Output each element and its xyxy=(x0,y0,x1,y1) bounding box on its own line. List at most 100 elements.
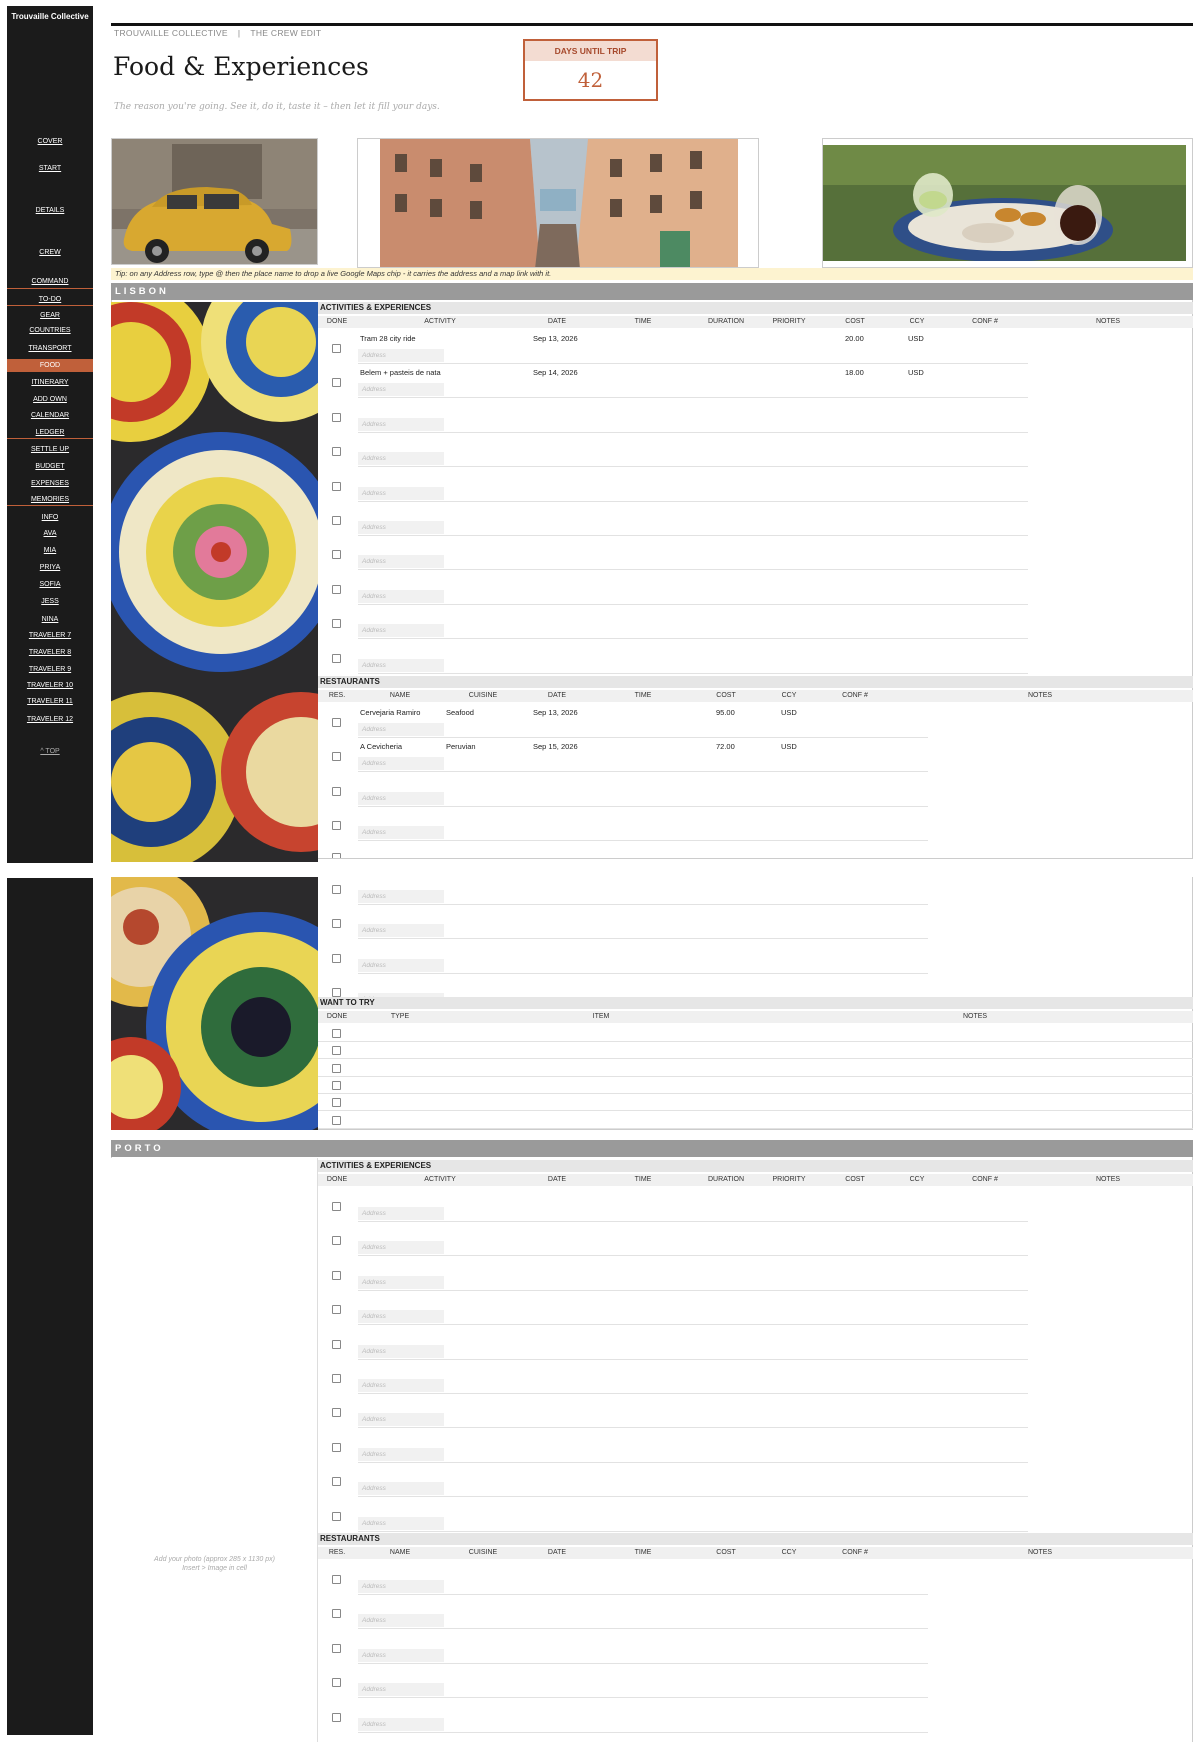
address-field[interactable]: Address xyxy=(358,924,444,938)
address-field[interactable]: Address xyxy=(358,1344,444,1358)
restaurant-cost[interactable]: 72.00 xyxy=(716,742,735,751)
lisbon-restaurant-checkbox[interactable] xyxy=(332,988,341,998)
sidebar-item-traveler-10[interactable]: TRAVELER 10 xyxy=(7,682,93,689)
address-field[interactable]: Address xyxy=(358,1413,444,1427)
sidebar-item-info[interactable]: INFO xyxy=(7,514,93,521)
lisbon-activity-checkbox[interactable] xyxy=(332,447,341,457)
address-field[interactable]: Address xyxy=(358,658,444,672)
sidebar-item-mia[interactable]: MIA xyxy=(7,547,93,554)
address-field[interactable]: Address xyxy=(358,1482,444,1496)
porto-activity-checkbox[interactable] xyxy=(332,1202,341,1211)
activity-currency[interactable]: USD xyxy=(908,334,924,343)
restaurant-cuisine[interactable]: Seafood xyxy=(446,708,474,717)
porto-activity-checkbox[interactable] xyxy=(332,1305,341,1315)
address-field[interactable]: Address xyxy=(358,555,444,569)
address-field[interactable]: Address xyxy=(358,1207,444,1220)
porto-activity-checkbox[interactable] xyxy=(332,1236,341,1246)
lisbon-activity-checkbox[interactable] xyxy=(332,584,341,594)
lisbon-restaurant-checkbox[interactable] xyxy=(332,718,341,727)
lisbon-activity-checkbox[interactable] xyxy=(332,412,341,422)
address-field[interactable]: Address xyxy=(358,826,444,840)
sidebar-item-add-own[interactable]: ADD OWN xyxy=(7,396,93,403)
activity-currency[interactable]: USD xyxy=(908,368,924,377)
sidebar-item-priya[interactable]: PRIYA xyxy=(7,564,93,571)
want-to-try-checkbox[interactable] xyxy=(332,1046,341,1056)
address-field[interactable]: Address xyxy=(358,958,444,972)
restaurant-currency[interactable]: USD xyxy=(781,708,797,717)
sidebar-item-calendar[interactable]: CALENDAR xyxy=(7,412,93,419)
porto-activity-checkbox[interactable] xyxy=(332,1442,341,1452)
sidebar-item-jess[interactable]: JESS xyxy=(7,598,93,605)
lisbon-activity-checkbox[interactable] xyxy=(332,481,341,491)
sidebar-item-gear[interactable]: GEAR xyxy=(7,312,93,319)
porto-restaurant-checkbox[interactable] xyxy=(332,1643,341,1653)
restaurant-cuisine[interactable]: Peruvian xyxy=(446,742,476,751)
want-to-try-checkbox[interactable] xyxy=(332,1063,341,1073)
lisbon-activity-checkbox[interactable] xyxy=(332,344,341,353)
restaurant-name[interactable]: Cervejaria Ramiro xyxy=(360,708,420,717)
sidebar-item-traveler-7[interactable]: TRAVELER 7 xyxy=(7,632,93,639)
address-field[interactable]: Address xyxy=(358,452,444,466)
sidebar-item-crew[interactable]: CREW xyxy=(7,249,93,256)
address-field[interactable]: Address xyxy=(358,791,444,805)
sidebar-item-transport[interactable]: TRANSPORT xyxy=(7,345,93,352)
lisbon-activity-checkbox[interactable] xyxy=(332,619,341,629)
photo-frame-3[interactable] xyxy=(822,138,1193,268)
sidebar-item-budget[interactable]: BUDGET xyxy=(7,463,93,470)
address-field[interactable]: Address xyxy=(358,890,444,903)
sidebar-item-itinerary[interactable]: ITINERARY xyxy=(7,379,93,386)
sidebar-item-command[interactable]: COMMAND xyxy=(7,278,93,285)
porto-activity-checkbox[interactable] xyxy=(332,1477,341,1487)
restaurant-date[interactable]: Sep 13, 2026 xyxy=(533,708,578,717)
restaurant-name[interactable]: A Cevicheria xyxy=(360,742,402,751)
sidebar-item-traveler-9[interactable]: TRAVELER 9 xyxy=(7,666,93,673)
sidebar-item-ava[interactable]: AVA xyxy=(7,530,93,537)
sidebar-item-expenses[interactable]: EXPENSES xyxy=(7,480,93,487)
sidebar-item-traveler-11[interactable]: TRAVELER 11 xyxy=(7,698,93,705)
address-field[interactable]: Address xyxy=(358,1614,444,1628)
porto-restaurant-checkbox[interactable] xyxy=(332,1575,341,1584)
porto-restaurant-checkbox[interactable] xyxy=(332,1609,341,1619)
lisbon-restaurant-checkbox[interactable] xyxy=(332,752,341,762)
address-field[interactable]: Address xyxy=(358,1310,444,1324)
want-to-try-checkbox[interactable] xyxy=(332,1115,341,1125)
sidebar-item-sofia[interactable]: SOFIA xyxy=(7,581,93,588)
lisbon-restaurant-checkbox[interactable] xyxy=(332,853,341,858)
back-to-top-link[interactable]: ^ TOP xyxy=(7,748,93,755)
lisbon-activity-checkbox[interactable] xyxy=(332,378,341,388)
sidebar-item-start[interactable]: START xyxy=(7,165,93,172)
activity-date[interactable]: Sep 13, 2026 xyxy=(533,334,578,343)
lisbon-activity-checkbox[interactable] xyxy=(332,516,341,525)
address-field[interactable]: Address xyxy=(358,1683,444,1697)
sidebar-item-to-do[interactable]: TO-DO xyxy=(7,296,93,303)
breadcrumb-edition[interactable]: THE CREW EDIT xyxy=(250,28,321,38)
sidebar-item-countries[interactable]: COUNTRIES xyxy=(7,327,93,334)
sidebar-item-traveler-8[interactable]: TRAVELER 8 xyxy=(7,649,93,656)
restaurant-date[interactable]: Sep 15, 2026 xyxy=(533,742,578,751)
address-field[interactable]: Address xyxy=(358,624,444,638)
activity-date[interactable]: Sep 14, 2026 xyxy=(533,368,578,377)
address-field[interactable]: Address xyxy=(358,1580,444,1593)
activity-name[interactable]: Belem + pasteis de nata xyxy=(360,368,441,377)
address-field[interactable]: Address xyxy=(358,417,444,431)
breadcrumb-brand[interactable]: TROUVAILLE COLLECTIVE xyxy=(114,28,228,38)
address-field[interactable]: Address xyxy=(358,1447,444,1461)
lisbon-restaurant-checkbox[interactable] xyxy=(332,919,341,929)
lisbon-restaurant-checkbox[interactable] xyxy=(332,953,341,963)
address-field[interactable]: Address xyxy=(358,1379,444,1392)
want-to-try-checkbox[interactable] xyxy=(332,1098,341,1108)
photo-frame-2[interactable] xyxy=(357,138,759,268)
restaurant-currency[interactable]: USD xyxy=(781,742,797,751)
sidebar-item-nina[interactable]: NINA xyxy=(7,616,93,623)
sidebar-item-memories[interactable]: MEMORIES xyxy=(7,496,93,503)
sidebar-item-cover[interactable]: COVER xyxy=(7,138,93,145)
lisbon-activity-checkbox[interactable] xyxy=(332,550,341,560)
sidebar-item-ledger[interactable]: LEDGER xyxy=(7,429,93,436)
portuguese-ceramic-plates-photo[interactable] xyxy=(111,302,318,862)
lisbon-restaurant-checkbox[interactable] xyxy=(332,821,341,831)
sidebar-item-settle-up[interactable]: SETTLE UP xyxy=(7,446,93,453)
want-to-try-checkbox[interactable] xyxy=(332,1029,341,1038)
porto-activity-checkbox[interactable] xyxy=(332,1270,341,1280)
address-field[interactable]: Address xyxy=(358,1648,444,1662)
porto-restaurant-checkbox[interactable] xyxy=(332,1678,341,1688)
